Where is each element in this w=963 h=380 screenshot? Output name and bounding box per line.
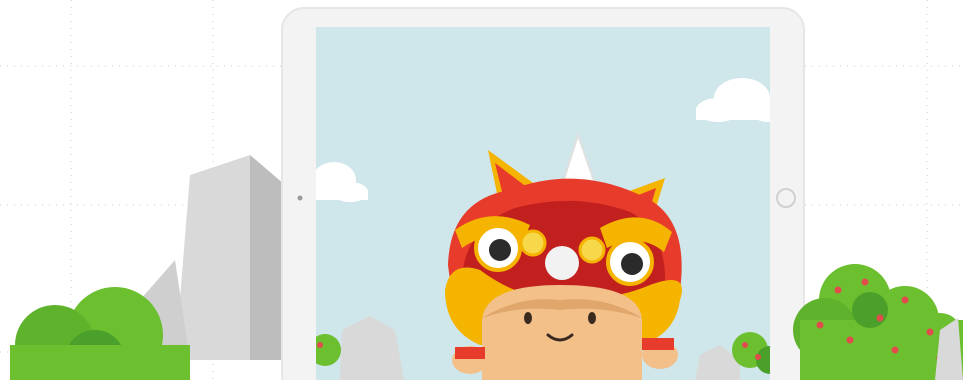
- hero-illustration: [0, 0, 963, 380]
- camera-icon: [297, 195, 303, 201]
- illustration-stage: [0, 0, 963, 380]
